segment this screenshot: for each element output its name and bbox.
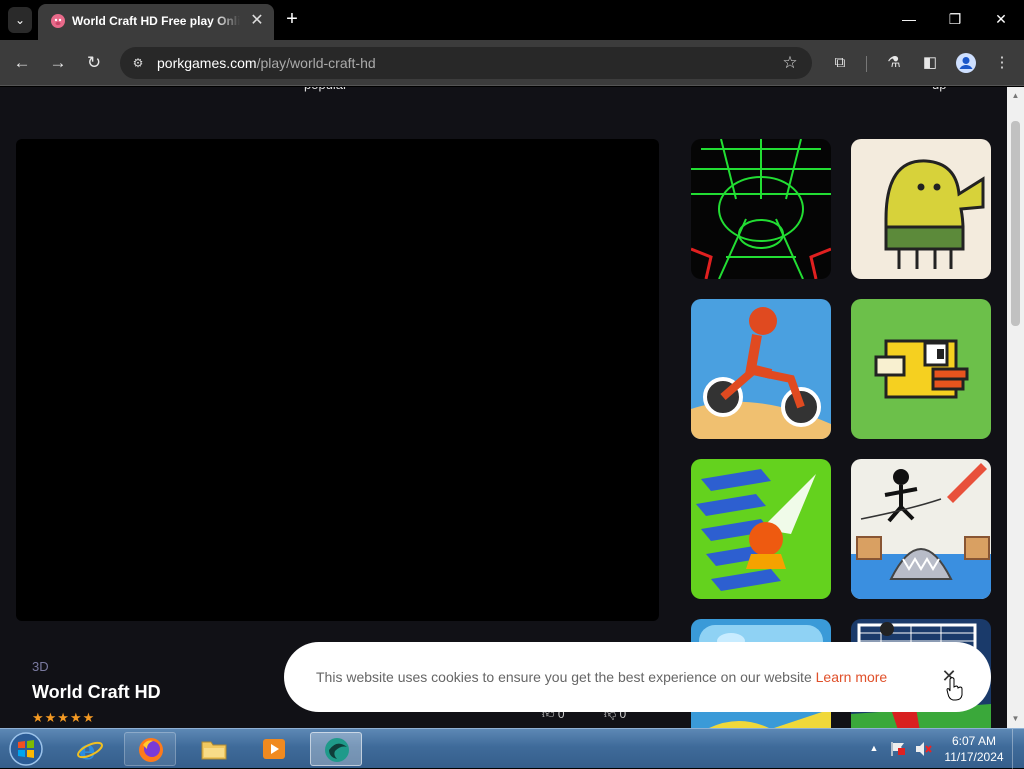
reload-icon[interactable]: ↻ (82, 51, 106, 75)
action-center-flag-icon[interactable] (889, 741, 907, 757)
tab-search-button[interactable]: ⌄ (8, 7, 32, 33)
taskbar-browser-active[interactable] (310, 732, 362, 766)
page-content: ○ popular up 3D World Craft HD ★★★★★ 👍︎ … (0, 87, 1007, 728)
volume-muted-icon[interactable] (914, 741, 932, 757)
taskbar-firefox[interactable] (124, 732, 176, 766)
cookie-message: This website uses cookies to ensure you … (316, 669, 887, 685)
toolbar-divider (866, 56, 867, 72)
game-thumb-stickman-shark[interactable] (851, 459, 991, 599)
game-thumb-flappy-bird[interactable] (851, 299, 991, 439)
browser-toolbar: ← → ↻ ⚙ porkgames.com/play/world-craft-h… (0, 40, 1024, 86)
address-bar[interactable]: ⚙ porkgames.com/play/world-craft-hd ☆ (120, 47, 812, 79)
game-thumb-stack-ball[interactable] (691, 459, 831, 599)
url-host: porkgames.com (157, 55, 257, 71)
game-thumb-moto-x3m[interactable] (691, 299, 831, 439)
browser-tab-active[interactable]: World Craft HD Free play Online ✕ (38, 4, 274, 40)
game-category[interactable]: 3D (32, 659, 49, 674)
show-desktop-button[interactable] (1012, 729, 1024, 769)
stack-ball-icon (691, 459, 831, 599)
extensions-puzzle-icon[interactable]: ⧉ (828, 51, 852, 75)
window-minimize-button[interactable]: — (895, 8, 923, 30)
taskbar-file-explorer[interactable] (188, 732, 240, 766)
browser-app-icon (325, 738, 349, 762)
game-rating-stars[interactable]: ★★★★★ (32, 710, 95, 726)
tab-title: World Craft HD Free play Online (72, 14, 240, 28)
windows-start-button-icon[interactable] (6, 731, 46, 767)
moto-x3m-icon (691, 299, 831, 439)
scrollbar-thumb[interactable] (1011, 121, 1020, 326)
browser-menu-icon[interactable]: ⋮ (990, 51, 1014, 75)
labs-flask-icon[interactable]: ⚗ (882, 51, 906, 75)
site-header-partial: ○ popular up (0, 87, 1007, 92)
window-restore-button[interactable]: ❐ (941, 8, 969, 30)
site-info-icon[interactable]: ⚙ (130, 55, 146, 71)
cookie-message-text: This website uses cookies to ensure you … (316, 669, 812, 685)
nav-popular-link[interactable]: popular (304, 87, 347, 92)
game-thumb-neon-tunnel[interactable] (691, 139, 831, 279)
hand-pointer-cursor-icon (946, 677, 963, 701)
nav-icon-partial[interactable]: ○ (90, 87, 96, 88)
new-tab-button[interactable]: + (282, 9, 302, 29)
url-text[interactable]: porkgames.com/play/world-craft-hd (157, 55, 376, 71)
side-panel-icon[interactable]: ◧ (918, 51, 942, 75)
flappy-bird-icon (851, 299, 991, 439)
tab-close-icon[interactable]: ✕ (248, 12, 266, 30)
taskbar-internet-explorer[interactable]: e (64, 732, 116, 766)
neon-tunnel-icon (691, 139, 831, 279)
cookie-consent-banner: This website uses cookies to ensure you … (284, 642, 991, 712)
porkgames-favicon-icon (51, 14, 65, 28)
game-title: World Craft HD (32, 682, 161, 702)
page-scrollbar[interactable]: ▲ ▼ (1007, 87, 1024, 728)
windows-taskbar: e ▲ 6:07 AM 11/17/2024 (0, 728, 1024, 769)
game-thumb-doodle-jump[interactable] (851, 139, 991, 279)
internet-explorer-icon: e (77, 736, 103, 762)
scroll-up-arrow-icon[interactable]: ▲ (1007, 89, 1024, 103)
media-player-icon (263, 739, 285, 759)
stickman-shark-icon (851, 459, 991, 599)
browser-tab-bar: ⌄ World Craft HD Free play Online ✕ + — … (0, 0, 1024, 40)
game-player-frame[interactable] (16, 139, 659, 621)
url-path: /play/world-craft-hd (256, 55, 376, 71)
doodle-jump-icon (851, 139, 991, 279)
folder-icon (201, 741, 227, 760)
taskbar-media-player[interactable] (248, 732, 300, 766)
bookmark-star-icon[interactable]: ☆ (780, 53, 800, 73)
clock-date[interactable]: 11/17/2024 (940, 750, 1008, 764)
profile-avatar-icon[interactable] (954, 51, 978, 75)
cookie-learn-more-link[interactable]: Learn more (816, 669, 888, 685)
tray-expand-arrow-icon[interactable]: ▲ (868, 741, 880, 755)
scroll-down-arrow-icon[interactable]: ▼ (1007, 712, 1024, 726)
clock-time[interactable]: 6:07 AM (944, 734, 1004, 748)
window-close-button[interactable]: ✕ (987, 8, 1015, 30)
forward-arrow-icon[interactable]: → (46, 51, 70, 75)
firefox-icon (139, 738, 163, 762)
back-arrow-icon[interactable]: ← (10, 51, 34, 75)
nav-right-link[interactable]: up (932, 87, 946, 92)
